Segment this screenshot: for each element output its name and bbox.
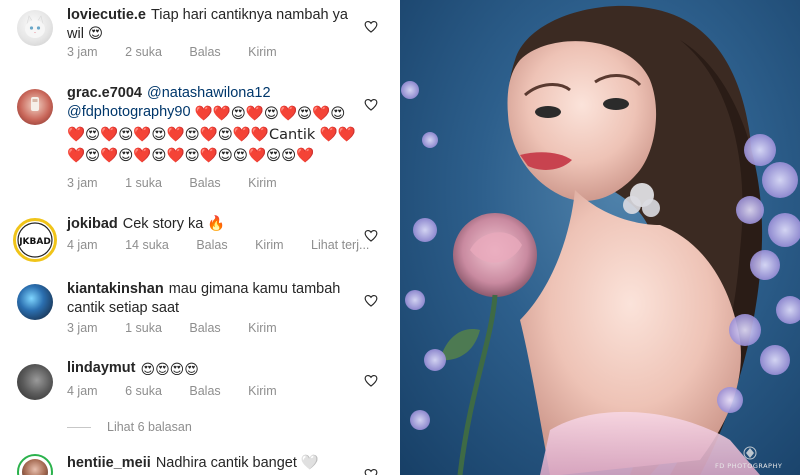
- like-heart-icon[interactable]: [364, 294, 378, 307]
- watermark-logo: [743, 446, 757, 460]
- comment-likes[interactable]: 2 suka: [125, 45, 162, 59]
- comment-text: Cek story ka 🔥: [122, 216, 226, 232]
- send-button[interactable]: Kirim: [248, 384, 276, 398]
- view-replies-label: Lihat 6 balasan: [107, 420, 192, 434]
- comment-text: Nadhira cantik banget 🤍: [155, 455, 319, 471]
- comment-time: 4 jam: [67, 384, 98, 398]
- send-button[interactable]: Kirim: [248, 321, 276, 335]
- comments-panel: loviecutie.e Tiap hari cantiknya nambah y…: [0, 0, 400, 475]
- comment-text: 😍😍😍😍: [140, 362, 199, 378]
- comment-likes[interactable]: 1 suka: [125, 321, 162, 335]
- translate-link[interactable]: Lihat terj...: [311, 238, 369, 252]
- comment-time: 4 jam: [67, 238, 98, 252]
- comment-meta: 4 jam 14 suka Balas Kirim Lihat terj...: [67, 238, 393, 252]
- reply-button[interactable]: Balas: [196, 238, 227, 252]
- comment-meta: 3 jam 2 suka Balas Kirim: [67, 45, 301, 59]
- avatar[interactable]: [17, 10, 53, 46]
- reply-button[interactable]: Balas: [189, 176, 220, 190]
- avatar[interactable]: [17, 454, 53, 475]
- watermark-text: FD PHOTOGRAPHY: [715, 462, 783, 470]
- reply-button[interactable]: Balas: [189, 45, 220, 59]
- comment-likes[interactable]: 1 suka: [125, 176, 162, 190]
- comment-likes[interactable]: 14 suka: [125, 238, 169, 252]
- comment-meta: 4 jam 6 suka Balas Kirim: [67, 384, 301, 398]
- send-button[interactable]: Kirim: [248, 45, 276, 59]
- like-heart-icon[interactable]: [364, 374, 378, 387]
- send-button[interactable]: Kirim: [248, 176, 276, 190]
- avatar[interactable]: [17, 364, 53, 400]
- cat-avatar-image: [25, 15, 45, 38]
- comment-meta: 3 jam 1 suka Balas Kirim: [67, 176, 301, 190]
- mention-link[interactable]: @fdphotography90: [67, 104, 191, 120]
- avatar-image: [22, 459, 48, 475]
- avatar[interactable]: JKBAD: [13, 218, 57, 262]
- comment-username[interactable]: grac.e7004: [67, 85, 142, 101]
- jokibad-logo-icon: JKBAD: [17, 222, 53, 258]
- like-heart-icon[interactable]: [364, 20, 378, 33]
- comment-username[interactable]: loviecutie.e: [67, 7, 146, 23]
- comment-username[interactable]: hentiie_meii: [67, 455, 151, 471]
- comment-username[interactable]: kiantakinshan: [67, 281, 164, 297]
- comment-time: 3 jam: [67, 321, 98, 335]
- divider-line: [67, 426, 91, 428]
- svg-text:JKBAD: JKBAD: [18, 237, 51, 247]
- reply-button[interactable]: Balas: [189, 384, 220, 398]
- portrait-photo-image: [401, 5, 800, 475]
- comment-meta: 3 jam 1 suka Balas Kirim: [67, 321, 301, 335]
- comment-time: 3 jam: [67, 176, 98, 190]
- rose: [440, 213, 537, 475]
- like-heart-icon[interactable]: [364, 468, 378, 475]
- avatar[interactable]: [17, 89, 53, 125]
- send-button[interactable]: Kirim: [255, 238, 283, 252]
- like-heart-icon[interactable]: [364, 98, 378, 111]
- post-photo: FD PHOTOGRAPHY: [400, 0, 800, 475]
- view-replies-link[interactable]: Lihat 6 balasan: [67, 420, 192, 434]
- comment-time: 3 jam: [67, 45, 98, 59]
- reply-button[interactable]: Balas: [189, 321, 220, 335]
- comment-username[interactable]: jokibad: [67, 216, 118, 232]
- like-heart-icon[interactable]: [364, 229, 378, 242]
- comment-likes[interactable]: 6 suka: [125, 384, 162, 398]
- avatar-image: [31, 97, 39, 111]
- avatar[interactable]: [17, 284, 53, 320]
- comment-username[interactable]: lindaymut: [67, 360, 135, 376]
- mention-link[interactable]: @natashawilona12: [147, 85, 271, 101]
